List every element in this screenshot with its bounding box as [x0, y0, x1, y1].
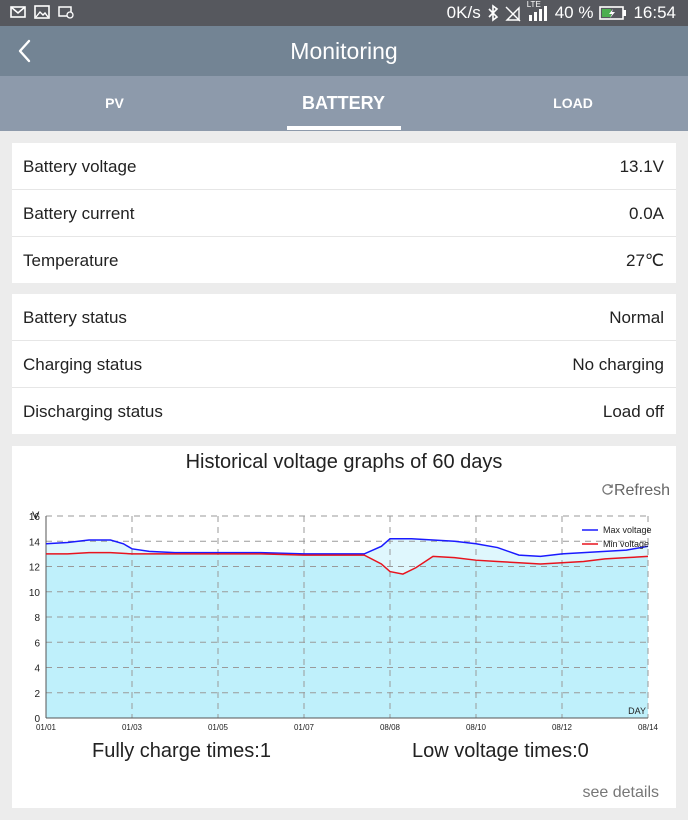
page-title: Monitoring — [290, 38, 398, 64]
refresh-icon — [602, 484, 613, 495]
row-label: Battery current — [23, 204, 135, 223]
battery-info-card: Battery voltage 13.1V Battery current 0.… — [12, 143, 676, 283]
legend-label: Min voltage — [603, 539, 649, 549]
clock: 16:54 — [633, 3, 676, 22]
voltage-chart: 024681012141601/01 01/03 01/05 01/07 08/08 08… — [29, 510, 659, 732]
row-label: Temperature — [23, 251, 119, 270]
gallery-icon — [34, 5, 50, 19]
tab-indicator — [287, 126, 401, 130]
refresh-label: Refresh — [613, 482, 670, 499]
app-bar: Monitoring — [0, 26, 688, 76]
battery-current-row: Battery current 0.0A — [12, 190, 676, 237]
x-tick-label: 01/07 — [294, 723, 315, 732]
voltage-history-card: Historical voltage graphs of 60 days Ref… — [12, 446, 676, 808]
charging-status-row: Charging status No charging — [12, 341, 676, 388]
bluetooth-icon — [488, 4, 498, 22]
x-axis-label: DAY — [628, 706, 646, 716]
legend-label: Max voltage — [603, 525, 652, 535]
discharging-status-row: Discharging status Load off — [12, 388, 676, 435]
row-value: No charging — [572, 355, 664, 374]
y-tick-label: 6 — [34, 638, 40, 649]
row-label: Battery voltage — [23, 157, 137, 176]
tab-battery[interactable]: BATTERY — [229, 76, 458, 131]
tab-bar: PV BATTERY LOAD — [0, 76, 688, 131]
battery-charging-icon — [599, 6, 627, 20]
row-value: 0.0A — [629, 204, 664, 223]
y-tick-label: 4 — [34, 664, 40, 675]
status-info-card: Battery status Normal Charging status No… — [12, 294, 676, 434]
low-voltage-times: Low voltage times:0 — [412, 740, 589, 762]
signal-icon: LTE — [527, 0, 549, 22]
no-signal-icon — [505, 6, 521, 22]
status-bar: 0K/s LTE 40 % 16:54 — [0, 0, 688, 26]
row-label: Battery status — [23, 308, 127, 327]
x-tick-label: 08/08 — [380, 723, 401, 732]
row-value: Normal — [609, 308, 664, 327]
row-value: Load off — [602, 402, 664, 421]
y-axis-label: V — [32, 510, 40, 522]
temperature-row: Temperature 27℃ — [12, 237, 676, 284]
battery-voltage-row: Battery voltage 13.1V — [12, 143, 676, 190]
x-tick-label: 01/03 — [122, 723, 143, 732]
x-tick-label: 01/01 — [36, 723, 57, 732]
refresh-button[interactable]: Refresh — [601, 482, 670, 500]
tab-pv[interactable]: PV — [0, 76, 229, 131]
gmail-icon — [10, 6, 26, 18]
sync-icon — [58, 6, 74, 19]
x-tick-label: 08/12 — [552, 723, 573, 732]
x-tick-label: 08/14 — [638, 723, 659, 732]
row-label: Discharging status — [23, 402, 163, 421]
fully-charge-times: Fully charge times:1 — [92, 740, 271, 762]
y-tick-label: 8 — [34, 613, 40, 624]
battery-percent: 40 % — [554, 3, 594, 22]
battery-status-row: Battery status Normal — [12, 294, 676, 341]
row-value: 13.1V — [619, 157, 664, 176]
tab-load[interactable]: LOAD — [458, 76, 688, 131]
x-tick-label: 08/10 — [466, 723, 487, 732]
y-tick-label: 14 — [29, 537, 41, 548]
x-tick-label: 01/05 — [208, 723, 229, 732]
see-details-link[interactable]: see details — [583, 784, 660, 802]
y-tick-label: 10 — [29, 588, 41, 599]
y-tick-label: 12 — [29, 563, 41, 574]
chart-title: Historical voltage graphs of 60 days — [185, 451, 503, 473]
row-label: Charging status — [23, 355, 143, 374]
y-tick-label: 2 — [34, 689, 40, 700]
network-speed: 0K/s — [446, 3, 481, 22]
row-value: 27℃ — [625, 251, 664, 270]
